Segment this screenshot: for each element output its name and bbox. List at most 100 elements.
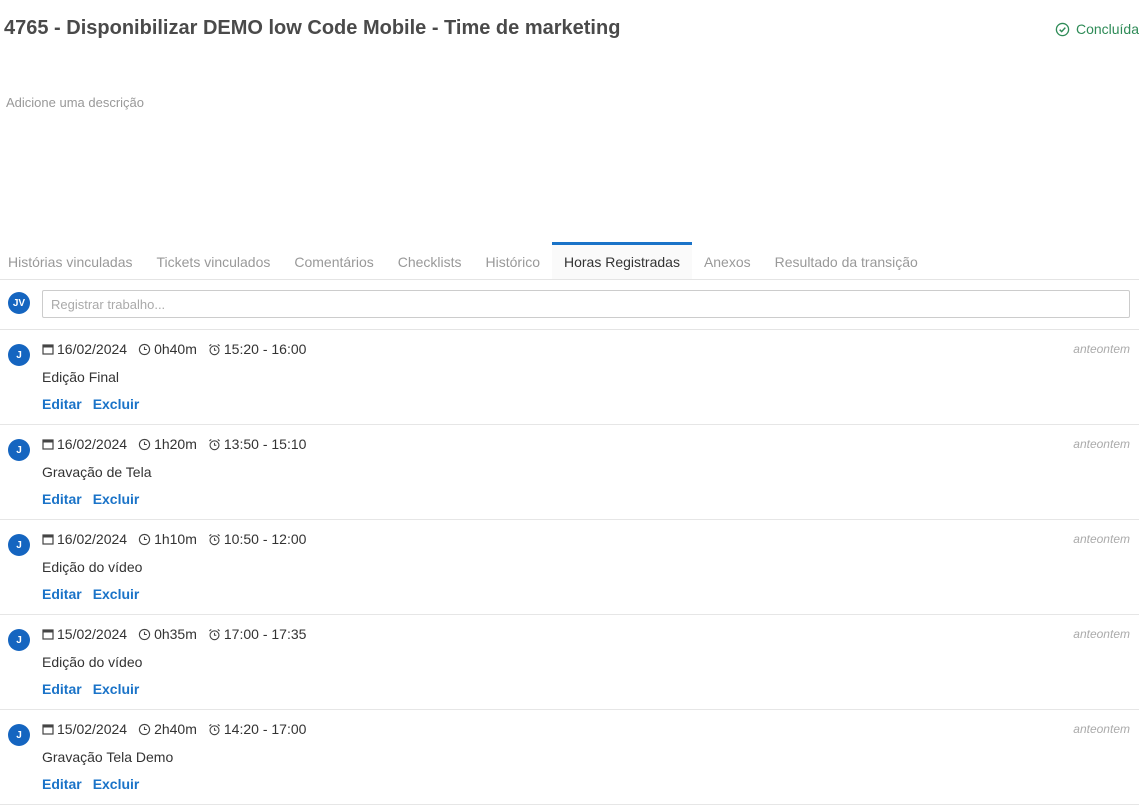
avatar: J	[8, 534, 30, 556]
delete-link[interactable]: Excluir	[93, 586, 140, 602]
date-group: 15/02/2024	[42, 721, 127, 737]
calendar-icon	[42, 628, 54, 640]
worklog-actions: Editar Excluir	[42, 491, 139, 507]
clock-icon	[138, 343, 151, 356]
worklog-entry: J 15/02/2024 0h35m 17:00 - 17:35 anteont…	[0, 615, 1139, 710]
calendar-icon	[42, 723, 54, 735]
worklog-entry: J 16/02/2024 1h10m 10:50 - 12:00 anteont…	[0, 520, 1139, 615]
log-work-input[interactable]	[42, 290, 1130, 318]
worklog-time-range: 17:00 - 17:35	[223, 626, 307, 642]
worklog-meta: 16/02/2024 1h10m 10:50 - 12:00	[42, 531, 317, 547]
date-group: 16/02/2024	[42, 436, 127, 452]
worklog-actions: Editar Excluir	[42, 681, 139, 697]
edit-link[interactable]: Editar	[42, 396, 82, 412]
time-range-group: 15:20 - 16:00	[208, 341, 307, 357]
time-range-group: 14:20 - 17:00	[208, 721, 307, 737]
status-indicator: Concluída	[1055, 21, 1139, 37]
clock-icon	[138, 723, 151, 736]
worklog-date: 16/02/2024	[57, 436, 128, 452]
check-circle-icon	[1055, 22, 1070, 37]
delete-link[interactable]: Excluir	[93, 491, 140, 507]
avatar: J	[8, 629, 30, 651]
worklog-description: Gravação Tela Demo	[42, 749, 174, 765]
date-group: 15/02/2024	[42, 626, 127, 642]
worklog-description: Gravação de Tela	[42, 464, 152, 480]
worklog-duration: 1h10m	[154, 531, 197, 547]
worklog-time-range: 13:50 - 15:10	[223, 436, 307, 452]
worklog-time-range: 10:50 - 12:00	[223, 531, 307, 547]
worklog-relative-time: anteontem	[1073, 437, 1130, 451]
worklog-list: J 16/02/2024 0h40m 15:20 - 16:00 anteont…	[0, 330, 1139, 805]
tab-comments[interactable]: Comentários	[282, 242, 385, 279]
worklog-actions: Editar Excluir	[42, 586, 139, 602]
alarm-clock-icon	[208, 723, 221, 736]
time-range-group: 17:00 - 17:35	[208, 626, 307, 642]
tab-checklists[interactable]: Checklists	[386, 242, 474, 279]
time-range-group: 10:50 - 12:00	[208, 531, 307, 547]
log-work-row: JV	[0, 290, 1139, 330]
worklog-duration: 1h20m	[154, 436, 197, 452]
duration-group: 0h35m	[138, 626, 197, 642]
tab-linked-stories[interactable]: Histórias vinculadas	[0, 242, 145, 279]
worklog-time-range: 15:20 - 16:00	[223, 341, 307, 357]
date-group: 16/02/2024	[42, 341, 127, 357]
edit-link[interactable]: Editar	[42, 681, 82, 697]
description-placeholder[interactable]: Adicione uma descrição	[6, 95, 144, 110]
worklog-date: 15/02/2024	[57, 626, 128, 642]
worklog-meta: 16/02/2024 0h40m 15:20 - 16:00	[42, 341, 317, 357]
duration-group: 1h20m	[138, 436, 197, 452]
worklog-duration: 0h35m	[154, 626, 197, 642]
edit-link[interactable]: Editar	[42, 491, 82, 507]
calendar-icon	[42, 533, 54, 545]
worklog-relative-time: anteontem	[1073, 627, 1130, 641]
worklog-date: 16/02/2024	[57, 531, 128, 547]
alarm-clock-icon	[208, 438, 221, 451]
date-group: 16/02/2024	[42, 531, 127, 547]
delete-link[interactable]: Excluir	[93, 776, 140, 792]
tab-attachments[interactable]: Anexos	[692, 242, 763, 279]
delete-link[interactable]: Excluir	[93, 396, 140, 412]
duration-group: 1h10m	[138, 531, 197, 547]
alarm-clock-icon	[208, 533, 221, 546]
worklog-duration: 2h40m	[154, 721, 197, 737]
tab-bar: Histórias vinculadas Tickets vinculados …	[0, 242, 1139, 280]
edit-link[interactable]: Editar	[42, 776, 82, 792]
worklog-description: Edição do vídeo	[42, 654, 143, 670]
worklog-description: Edição Final	[42, 369, 120, 385]
tab-linked-tickets[interactable]: Tickets vinculados	[145, 242, 283, 279]
worklog-entry: J 16/02/2024 1h20m 13:50 - 15:10 anteont…	[0, 425, 1139, 520]
duration-group: 2h40m	[138, 721, 197, 737]
calendar-icon	[42, 438, 54, 450]
tab-history[interactable]: Histórico	[474, 242, 552, 279]
worklog-time-range: 14:20 - 17:00	[223, 721, 307, 737]
issue-title: 4765 - Disponibilizar DEMO low Code Mobi…	[4, 17, 621, 39]
worklog-date: 15/02/2024	[57, 721, 128, 737]
worklog-actions: Editar Excluir	[42, 776, 139, 792]
clock-icon	[138, 533, 151, 546]
edit-link[interactable]: Editar	[42, 586, 82, 602]
worklog-entry: J 15/02/2024 2h40m 14:20 - 17:00 anteont…	[0, 710, 1139, 805]
worklog-meta: 15/02/2024 2h40m 14:20 - 17:00	[42, 721, 317, 737]
duration-group: 0h40m	[138, 341, 197, 357]
tab-transition-result[interactable]: Resultado da transição	[763, 242, 930, 279]
worklog-entry: J 16/02/2024 0h40m 15:20 - 16:00 anteont…	[0, 330, 1139, 425]
alarm-clock-icon	[208, 628, 221, 641]
clock-icon	[138, 628, 151, 641]
avatar: JV	[8, 292, 30, 314]
time-range-group: 13:50 - 15:10	[208, 436, 307, 452]
tab-logged-hours[interactable]: Horas Registradas	[552, 242, 692, 279]
delete-link[interactable]: Excluir	[93, 681, 140, 697]
worklog-actions: Editar Excluir	[42, 396, 139, 412]
worklog-description: Edição do vídeo	[42, 559, 143, 575]
worklog-relative-time: anteontem	[1073, 342, 1130, 356]
worklog-relative-time: anteontem	[1073, 722, 1130, 736]
status-label: Concluída	[1075, 21, 1139, 37]
worklog-meta: 16/02/2024 1h20m 13:50 - 15:10	[42, 436, 317, 452]
avatar: J	[8, 724, 30, 746]
worklog-relative-time: anteontem	[1073, 532, 1130, 546]
worklog-meta: 15/02/2024 0h35m 17:00 - 17:35	[42, 626, 317, 642]
clock-icon	[138, 438, 151, 451]
alarm-clock-icon	[208, 343, 221, 356]
avatar: J	[8, 344, 30, 366]
calendar-icon	[42, 343, 54, 355]
